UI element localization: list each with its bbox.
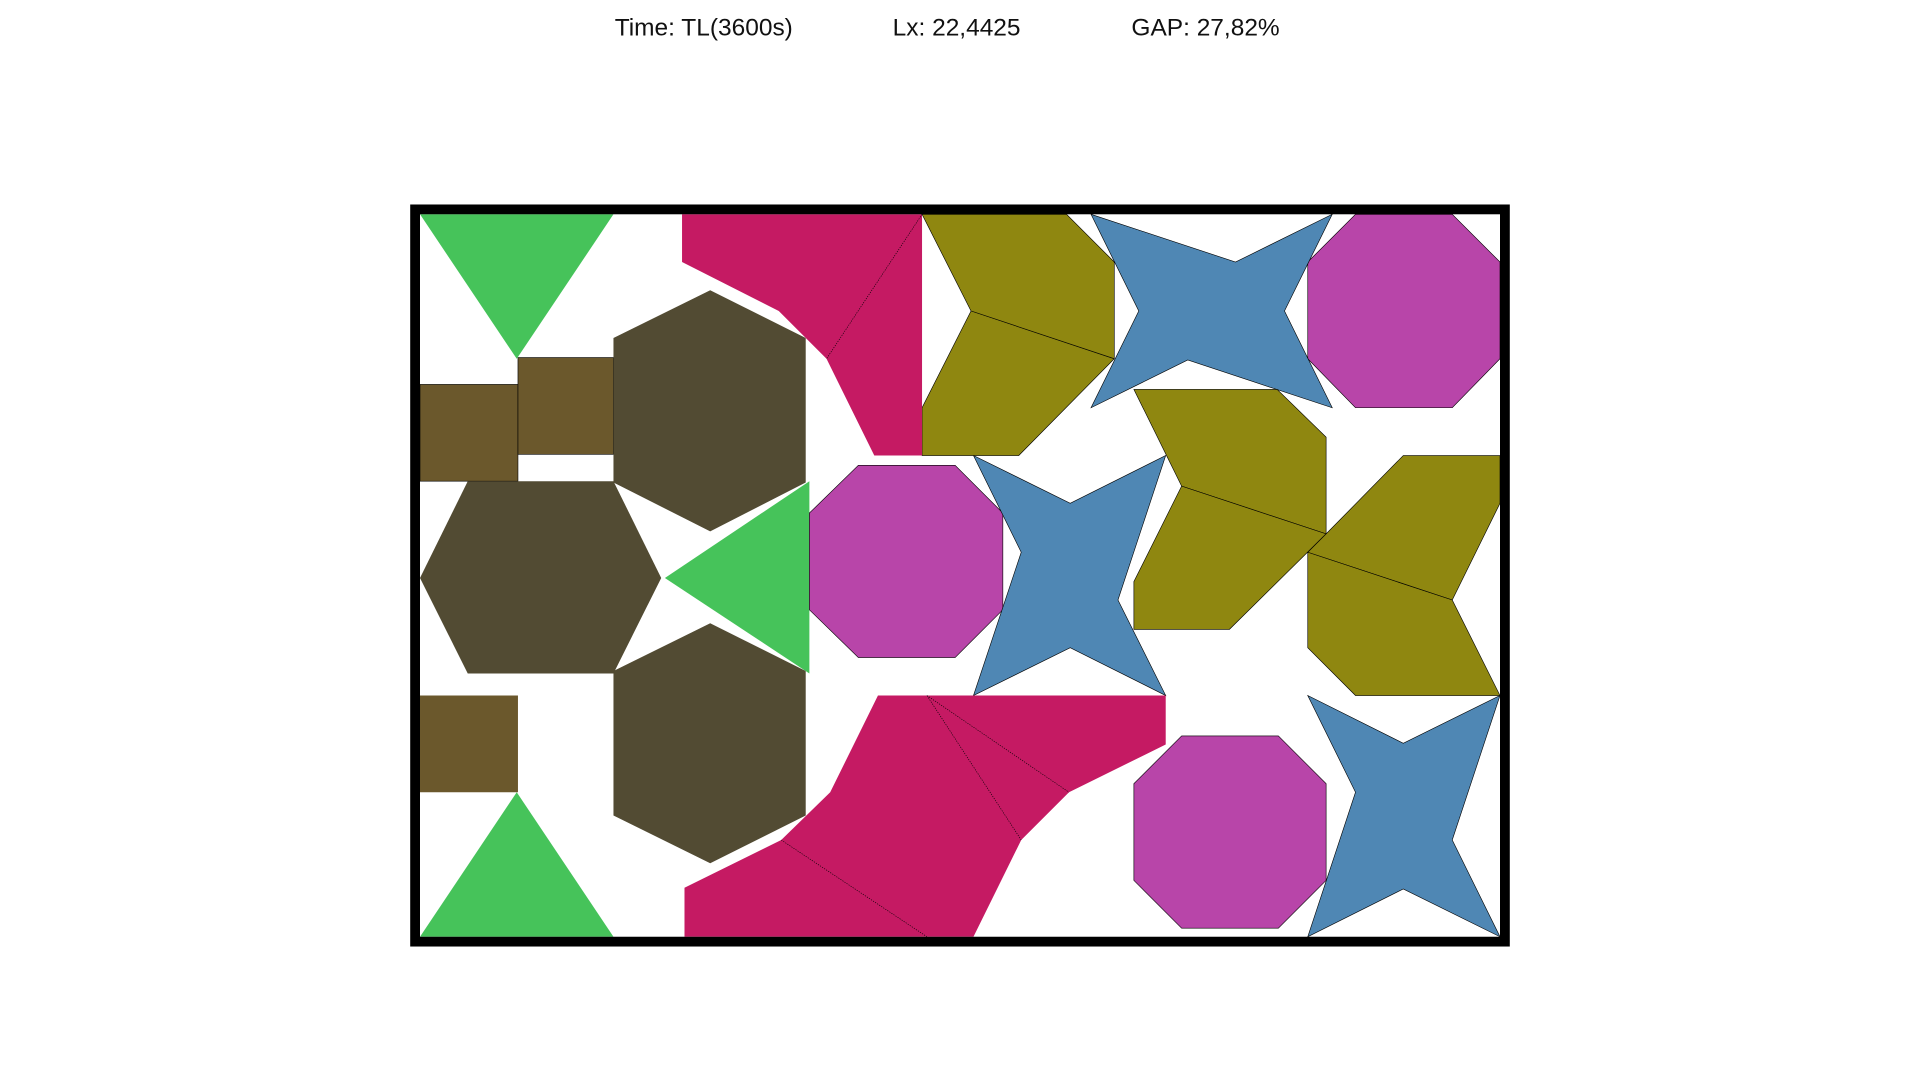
octagon-piece — [1307, 213, 1501, 409]
triangle-piece — [420, 214, 614, 359]
square-piece — [419, 384, 519, 482]
packing-canvas: Time: TL(3600s) Lx: 22,4425 GAP: 27,82% — [410, 15, 1510, 947]
time-label: Time: TL(3600s) — [615, 15, 793, 42]
star-piece — [1307, 694, 1501, 938]
octagon-piece — [1133, 735, 1327, 929]
hexagon-piece — [613, 623, 806, 864]
star-piece — [1090, 213, 1333, 409]
square-piece — [420, 695, 518, 793]
octagon-piece — [809, 465, 1004, 658]
hexagon-piece — [420, 481, 662, 674]
gap-label: GAP: 27,82% — [1131, 15, 1279, 42]
hexagon-piece — [613, 290, 806, 532]
lx-label: Lx: 22,4425 — [893, 15, 1021, 42]
square-piece — [517, 357, 614, 455]
triangle-piece — [420, 792, 614, 937]
